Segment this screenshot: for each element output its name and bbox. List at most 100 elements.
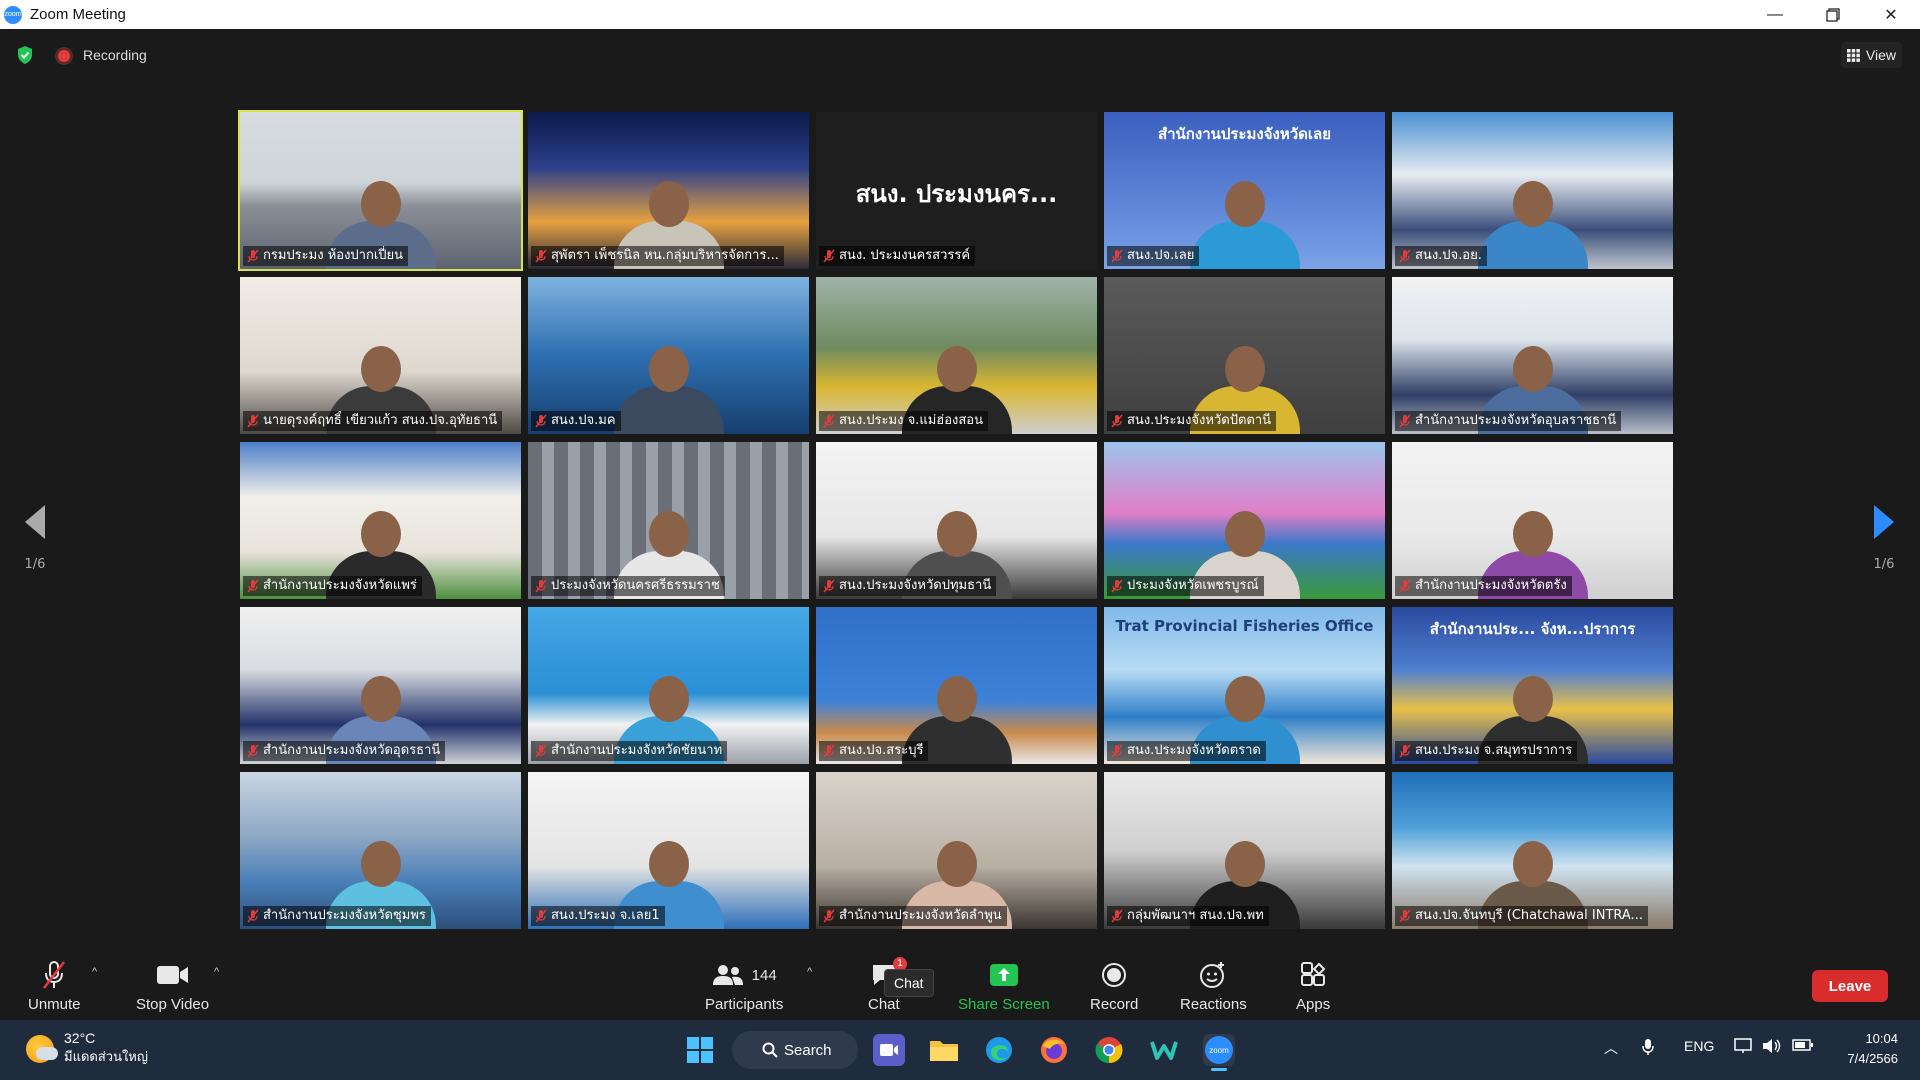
page-next[interactable]: 1/6 <box>1864 505 1904 572</box>
participants-count: 144 <box>751 966 777 984</box>
participant-name-tag: สนง.ประมง จ.แม่ฮ่องสอน <box>819 411 988 431</box>
volume-icon[interactable] <box>1762 1038 1782 1057</box>
smiley-icon <box>1199 958 1227 992</box>
participant-name-tag: สำนักงานประมงจังหวัดตรัง <box>1395 576 1572 596</box>
mic-muted-icon <box>535 744 547 758</box>
participant-name-tag: สำนักงานประมงจังหวัดอุดรธานี <box>243 741 446 761</box>
video-tile[interactable]: สนง.ปจ.จันทบุรี (Chatchawal INTRA... <box>1392 772 1673 929</box>
video-tile[interactable]: สำนักงานประ... จังห...ปราการสนง.ประมง จ.… <box>1392 607 1673 764</box>
video-tile[interactable]: ประมงจังหวัดนครศรีธรรมราช <box>528 442 809 599</box>
participant-name-tag: สนง.ประมง จ.สมุทรปราการ <box>1395 741 1578 761</box>
video-tile[interactable]: สำนักงานประมงจังหวัดชุมพร <box>240 772 521 929</box>
weather-widget[interactable]: 32°C มีแดดส่วนใหญ่ <box>26 1030 148 1067</box>
arrow-left-icon[interactable] <box>25 505 45 539</box>
tile-display-name: สนง. ประมงนคร... <box>855 180 1058 208</box>
tile-banner-text: สำนักงานประ... จังห...ปราการ <box>1429 620 1636 638</box>
edge-browser-icon[interactable] <box>983 1034 1015 1066</box>
participant-name-tag: สำนักงานประมงจังหวัดอุบลราชธานี <box>1395 411 1622 431</box>
video-tile[interactable]: สำนักงานประมงจังหวัดแพร่ <box>240 442 521 599</box>
apps-button[interactable]: Apps <box>1296 958 1330 1013</box>
mic-tray-icon[interactable] <box>1642 1038 1654 1059</box>
file-explorer-icon[interactable] <box>928 1034 960 1066</box>
video-tile[interactable]: สำนักงานประมงจังหวัดอุดรธานี <box>240 607 521 764</box>
stop-video-button[interactable]: Stop Video <box>136 958 209 1013</box>
participant-name-tag: สนง.ประมง จ.เลย1 <box>531 906 665 926</box>
tray-overflow-icon[interactable]: ︿ <box>1604 1038 1618 1058</box>
chat-label: Chat <box>868 996 900 1013</box>
video-tile[interactable]: สนง.ประมง จ.เลย1 <box>528 772 809 929</box>
tile-banner-text: Trat Provincial Fisheries Office <box>1115 617 1374 635</box>
grid-icon <box>1846 48 1860 62</box>
mic-muted-icon <box>247 909 259 923</box>
video-tile[interactable]: สนง.ประมงจังหวัดปทุมธานี <box>816 442 1097 599</box>
participant-name: สนง.ประมง จ.เลย1 <box>551 908 660 923</box>
mic-muted-icon <box>1111 414 1123 428</box>
video-tile[interactable]: สำนักงานประมงจังหวัดชัยนาท <box>528 607 809 764</box>
webex-icon[interactable] <box>1148 1034 1180 1066</box>
video-tile[interactable]: สำนักงานประมงจังหวัดอุบลราชธานี <box>1392 277 1673 434</box>
unmute-button[interactable]: Unmute <box>28 958 81 1013</box>
chrome-icon[interactable] <box>1093 1034 1125 1066</box>
share-screen-button[interactable]: Share Screen <box>958 958 1050 1013</box>
mic-muted-icon <box>1399 579 1411 593</box>
video-tile[interactable]: กลุ่มพัฒนาฯ สนง.ปจ.พท <box>1104 772 1385 929</box>
leave-button[interactable]: Leave <box>1812 970 1888 1002</box>
participants-button[interactable]: 144 Participants <box>705 958 783 1013</box>
mic-muted-icon <box>823 579 835 593</box>
video-camera-icon <box>156 958 190 992</box>
participant-name-tag: ประมงจังหวัดเพชรบูรณ์ <box>1107 576 1264 596</box>
participant-name: ประมงจังหวัดนครศรีธรรมราช <box>551 578 720 593</box>
video-options-caret-icon[interactable]: ^ <box>214 966 219 978</box>
video-tile[interactable]: สนง.ประมงจังหวัดปัตตานี <box>1104 277 1385 434</box>
video-tile[interactable]: สุพัตรา เพ็ชรนิล หน.กลุ่มบริหารจัดการ... <box>528 112 809 269</box>
network-icon[interactable] <box>1734 1038 1754 1057</box>
mic-muted-icon <box>535 909 547 923</box>
weather-desc: มีแดดส่วนใหญ่ <box>64 1049 148 1064</box>
video-tile[interactable]: สนง.ปจ.อย. <box>1392 112 1673 269</box>
battery-icon[interactable] <box>1792 1038 1814 1055</box>
video-tile[interactable]: นายดุรงค์ฤทธิ์ เขียวแก้ว สนง.ปจ.อุทัยธาน… <box>240 277 521 434</box>
participant-name: สำนักงานประมงจังหวัดชัยนาท <box>551 743 723 758</box>
firefox-icon[interactable] <box>1038 1034 1070 1066</box>
recording-icon[interactable] <box>58 50 70 62</box>
minimize-icon[interactable]: — <box>1746 0 1804 29</box>
taskbar-clock[interactable]: 10:04 7/4/2566 <box>1847 1029 1898 1069</box>
record-button[interactable]: Record <box>1090 958 1138 1013</box>
video-tile[interactable]: สำนักงานประมงจังหวัดเลย สนง.ปจ.เลย <box>1104 112 1385 269</box>
video-tile[interactable]: สนง.ปจ.สระบุรี <box>816 607 1097 764</box>
audio-options-caret-icon[interactable]: ^ <box>92 966 97 978</box>
windows-start-icon[interactable] <box>684 1034 716 1066</box>
video-tile[interactable]: Trat Provincial Fisheries Office สนง.ประม… <box>1104 607 1385 764</box>
page-prev[interactable]: 1/6 <box>15 505 55 572</box>
video-tile[interactable]: สำนักงานประมงจังหวัดลำพูน <box>816 772 1097 929</box>
teams-chat-icon[interactable] <box>873 1034 905 1066</box>
apps-label: Apps <box>1296 996 1331 1013</box>
view-label: View <box>1865 47 1896 63</box>
zoom-taskbar-icon[interactable]: zoom <box>1203 1034 1235 1071</box>
video-tile[interactable]: ประมงจังหวัดเพชรบูรณ์ <box>1104 442 1385 599</box>
video-tile[interactable]: กรมประมง ห้องปากเปี่ยน <box>238 110 523 271</box>
reactions-button[interactable]: Reactions <box>1180 958 1247 1013</box>
participant-name-tag: สำนักงานประมงจังหวัดแพร่ <box>243 576 422 596</box>
participant-name: กรมประมง ห้องปากเปี่ยน <box>263 248 404 263</box>
participant-name-tag: ประมงจังหวัดนครศรีธรรมราช <box>531 576 725 596</box>
recording-label[interactable]: Recording <box>83 47 147 63</box>
restore-icon[interactable] <box>1804 0 1862 29</box>
taskbar-search[interactable]: Search <box>732 1031 858 1069</box>
view-button[interactable]: View <box>1840 42 1902 68</box>
participant-name-tag: สนง.ประมงจังหวัดปัตตานี <box>1107 411 1277 431</box>
mic-muted-icon <box>535 249 547 263</box>
video-tile[interactable]: สนง. ประมงนคร... สนง. ประมงนครสวรรค์ <box>816 112 1097 269</box>
participant-silhouette <box>1477 173 1588 269</box>
video-tile[interactable]: สนง.ปจ.มค <box>528 277 809 434</box>
participant-name-tag: สนง.ประมงจังหวัดตราด <box>1107 741 1266 761</box>
participants-caret-icon[interactable]: ^ <box>807 966 812 978</box>
participant-name: สนง.ประมง จ.แม่ฮ่องสอน <box>839 413 983 428</box>
video-tile[interactable]: สนง.ประมง จ.แม่ฮ่องสอน <box>816 277 1097 434</box>
mic-muted-icon <box>1399 414 1411 428</box>
language-indicator[interactable]: ENG <box>1684 1038 1714 1054</box>
close-icon[interactable]: ✕ <box>1862 0 1920 29</box>
arrow-right-icon[interactable] <box>1874 505 1894 539</box>
shield-icon[interactable] <box>16 45 34 65</box>
video-tile[interactable]: สำนักงานประมงจังหวัดตรัง <box>1392 442 1673 599</box>
